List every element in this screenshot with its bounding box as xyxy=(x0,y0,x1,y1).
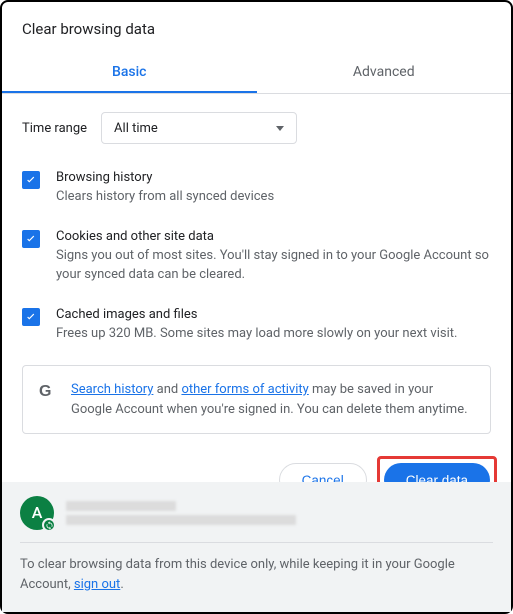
sign-out-link[interactable]: sign out xyxy=(74,577,120,592)
time-range-select[interactable]: All time xyxy=(101,112,297,144)
option-title: Cached images and files xyxy=(56,307,491,322)
footer: A To clear browsing data from this devic… xyxy=(2,482,511,612)
dialog-title: Clear browsing data xyxy=(2,2,511,52)
avatar: A xyxy=(20,496,54,530)
google-icon: G xyxy=(39,380,57,398)
option-browsing-history[interactable]: Browsing history Clears history from all… xyxy=(22,170,491,207)
info-box: G Search history and other forms of acti… xyxy=(22,365,491,434)
time-range-label: Time range xyxy=(22,121,87,136)
divider xyxy=(20,542,493,543)
option-cache[interactable]: Cached images and files Frees up 320 MB.… xyxy=(22,307,491,344)
checkbox-browsing-history[interactable] xyxy=(22,171,40,189)
check-icon xyxy=(24,173,38,187)
checkbox-cache[interactable] xyxy=(22,308,40,326)
tab-basic[interactable]: Basic xyxy=(2,52,257,93)
checkbox-cookies[interactable] xyxy=(22,230,40,248)
option-desc: Clears history from all synced devices xyxy=(56,187,491,207)
search-history-link[interactable]: Search history xyxy=(71,382,153,397)
avatar-initial: A xyxy=(32,501,43,525)
tab-advanced[interactable]: Advanced xyxy=(257,52,512,93)
option-desc: Frees up 320 MB. Some sites may load mor… xyxy=(56,324,491,344)
chevron-down-icon xyxy=(276,126,284,131)
sync-badge-icon xyxy=(42,518,56,532)
redacted-email xyxy=(66,515,296,525)
check-icon xyxy=(24,232,38,246)
option-title: Browsing history xyxy=(56,170,491,185)
check-icon xyxy=(24,310,38,324)
info-text: and xyxy=(153,382,181,397)
other-activity-link[interactable]: other forms of activity xyxy=(181,382,308,397)
option-desc: Signs you out of most sites. You'll stay… xyxy=(56,246,491,285)
footer-text: . xyxy=(120,577,123,592)
option-title: Cookies and other site data xyxy=(56,229,491,244)
tabs: Basic Advanced xyxy=(2,52,511,94)
time-range-value: All time xyxy=(114,121,158,136)
option-cookies[interactable]: Cookies and other site data Signs you ou… xyxy=(22,229,491,285)
redacted-name xyxy=(66,501,176,511)
account-row: A xyxy=(20,496,493,530)
